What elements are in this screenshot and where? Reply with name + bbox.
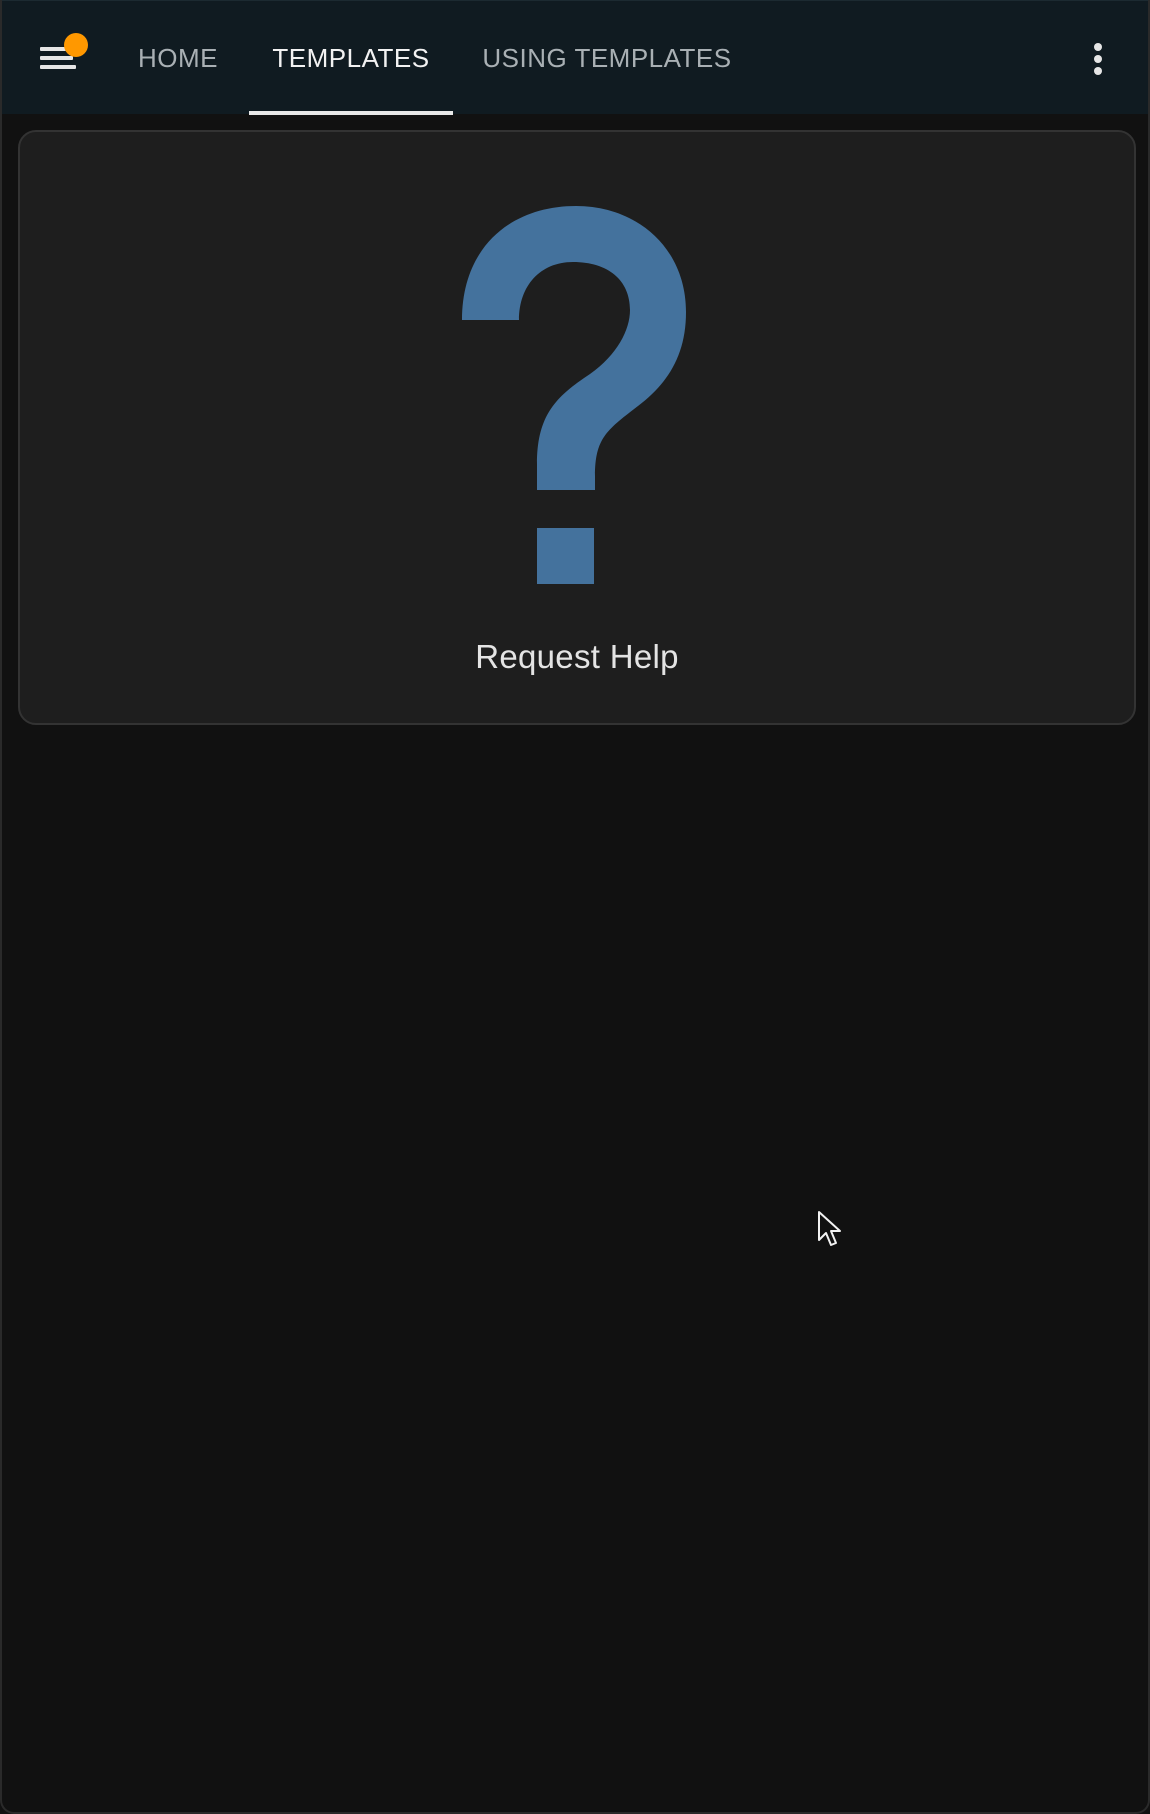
menu-button[interactable] xyxy=(32,29,96,85)
mouse-cursor-icon xyxy=(818,1211,841,1246)
more-vertical-button[interactable] xyxy=(1078,37,1118,81)
tab-using-templates[interactable]: USING TEMPLATES xyxy=(462,1,752,115)
top-app-bar: HOME TEMPLATES USING TEMPLATES xyxy=(2,0,1148,115)
app-window: HOME TEMPLATES USING TEMPLATES Request H… xyxy=(0,0,1150,1814)
active-tab-indicator xyxy=(249,111,453,115)
menu-icon-line xyxy=(40,56,73,60)
menu-icon-line xyxy=(40,65,76,69)
more-vertical-icon-dot xyxy=(1094,43,1102,51)
more-vertical-icon-dot xyxy=(1094,67,1102,75)
question-mark-icon xyxy=(462,206,686,584)
notification-dot-icon xyxy=(64,33,88,57)
tab-templates[interactable]: TEMPLATES xyxy=(249,1,453,115)
more-vertical-icon-dot xyxy=(1094,55,1102,63)
card-label: Request Help xyxy=(475,638,679,675)
request-help-card[interactable]: Request Help xyxy=(18,130,1136,725)
menu-icon-line xyxy=(40,47,66,51)
tab-home[interactable]: HOME xyxy=(112,1,244,115)
